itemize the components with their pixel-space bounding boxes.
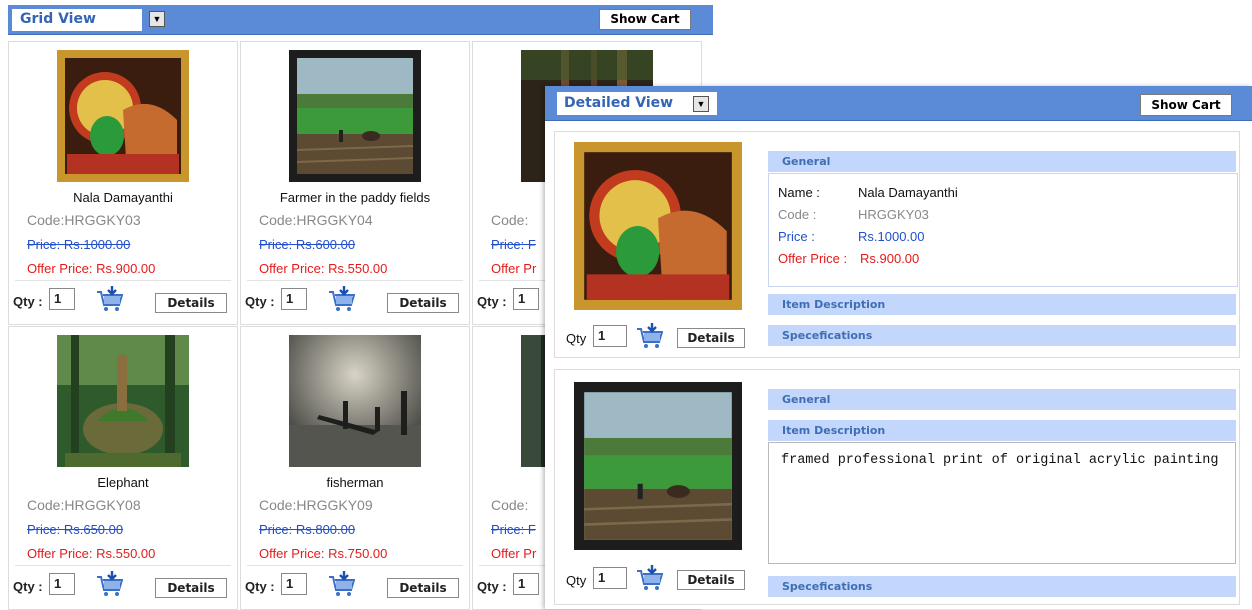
product-detail-card: Qty 1 Details General Name : Nala Damaya… xyxy=(554,131,1240,358)
qty-input[interactable]: 1 xyxy=(513,288,539,310)
product-price: Price: Rs.650.00 xyxy=(27,522,124,537)
qty-label: Qty : xyxy=(477,294,507,309)
product-offer-price: Offer Pr xyxy=(491,546,537,561)
product-image-fisherman[interactable] xyxy=(289,335,421,467)
add-to-cart-icon[interactable] xyxy=(327,571,355,597)
product-image-nala-damayanthi[interactable] xyxy=(57,50,189,182)
product-card: fisherman Code:HRGGKY09 Price: Rs.800.00… xyxy=(240,326,470,610)
add-to-cart-icon[interactable] xyxy=(95,286,123,312)
add-to-cart-icon[interactable] xyxy=(327,286,355,312)
product-image-farmer-paddy[interactable] xyxy=(289,50,421,182)
view-selector-label: Grid View xyxy=(20,11,96,27)
product-code: Code: xyxy=(491,212,529,228)
view-selector[interactable]: Grid View xyxy=(12,9,142,31)
qty-input[interactable]: 1 xyxy=(281,288,307,310)
product-offer-price: Offer Pr xyxy=(491,261,537,276)
qty-label: Qty xyxy=(566,573,587,588)
details-button[interactable]: Details xyxy=(155,293,227,313)
product-name[interactable]: fisherman xyxy=(241,475,469,490)
product-price: Price: Rs.800.00 xyxy=(259,522,356,537)
qty-label: Qty : xyxy=(245,579,275,594)
divider xyxy=(247,565,463,566)
details-button[interactable]: Details xyxy=(387,578,459,598)
qty-input[interactable]: 1 xyxy=(49,573,75,595)
product-name[interactable]: Elephant xyxy=(9,475,237,490)
qty-label: Qty : xyxy=(477,579,507,594)
general-info-box: Name : Nala Damayanthi Code : HRGGKY03 P… xyxy=(768,173,1238,287)
item-description-textarea[interactable]: framed professional print of original ac… xyxy=(768,442,1236,564)
section-specifications[interactable]: Specefications xyxy=(768,325,1236,346)
product-detail-card: Qty 1 Details General Item Description f… xyxy=(554,369,1240,605)
product-price: Price: F xyxy=(491,522,536,537)
qty-input[interactable]: 1 xyxy=(281,573,307,595)
section-item-description[interactable]: Item Description xyxy=(768,420,1236,441)
offer-price-label: Offer Price : xyxy=(778,251,848,266)
price-label: Price : xyxy=(778,229,815,244)
product-card: Farmer in the paddy fields Code:HRGGKY04… xyxy=(240,41,470,325)
price-value: Rs.1000.00 xyxy=(858,229,925,244)
qty-input[interactable]: 1 xyxy=(593,325,627,347)
product-image-elephant[interactable] xyxy=(57,335,189,467)
product-image-nala-damayanthi[interactable] xyxy=(574,142,742,310)
product-card: Nala Damayanthi Code:HRGGKY03 Price: Rs.… xyxy=(8,41,238,325)
qty-input[interactable]: 1 xyxy=(513,573,539,595)
section-specifications[interactable]: Specefications xyxy=(768,576,1236,597)
details-button[interactable]: Details xyxy=(155,578,227,598)
qty-label: Qty : xyxy=(245,294,275,309)
qty-input[interactable]: 1 xyxy=(593,567,627,589)
name-value: Nala Damayanthi xyxy=(858,185,958,200)
product-name[interactable]: Nala Damayanthi xyxy=(9,190,237,205)
add-to-cart-icon[interactable] xyxy=(635,323,663,349)
product-offer-price: Offer Price: Rs.550.00 xyxy=(27,546,156,561)
dropdown-arrow-icon[interactable]: ▼ xyxy=(693,96,709,112)
product-price: Price: F xyxy=(491,237,536,252)
section-general[interactable]: General xyxy=(768,151,1236,172)
product-code: Code:HRGGKY03 xyxy=(27,212,141,228)
details-button[interactable]: Details xyxy=(677,570,745,590)
product-code: Code:HRGGKY09 xyxy=(259,497,373,513)
code-label: Code : xyxy=(778,207,817,222)
add-to-cart-icon[interactable] xyxy=(635,565,663,591)
details-button[interactable]: Details xyxy=(677,328,745,348)
name-label: Name : xyxy=(778,185,820,200)
dropdown-arrow-icon[interactable]: ▼ xyxy=(149,11,165,27)
offer-price-value: Rs.900.00 xyxy=(860,251,920,266)
detailed-view-panel: Detailed View ▼ Show Cart Qty 1 Details … xyxy=(545,86,1252,609)
code-value: HRGGKY03 xyxy=(858,207,929,222)
view-selector-label: Detailed View xyxy=(564,95,674,111)
details-button[interactable]: Details xyxy=(387,293,459,313)
qty-input[interactable]: 1 xyxy=(49,288,75,310)
product-image-farmer-paddy[interactable] xyxy=(574,382,742,550)
product-price: Price: Rs.600.00 xyxy=(259,237,356,252)
divider xyxy=(15,565,231,566)
divider xyxy=(247,280,463,281)
product-name[interactable]: Farmer in the paddy fields xyxy=(241,190,469,205)
product-code: Code:HRGGKY08 xyxy=(27,497,141,513)
show-cart-button[interactable]: Show Cart xyxy=(599,9,691,30)
divider xyxy=(15,280,231,281)
product-offer-price: Offer Price: Rs.900.00 xyxy=(27,261,156,276)
section-general[interactable]: General xyxy=(768,389,1236,410)
product-card: Elephant Code:HRGGKY08 Price: Rs.650.00 … xyxy=(8,326,238,610)
add-to-cart-icon[interactable] xyxy=(95,571,123,597)
show-cart-button[interactable]: Show Cart xyxy=(1140,94,1232,116)
product-price: Price: Rs.1000.00 xyxy=(27,237,131,252)
section-item-description[interactable]: Item Description xyxy=(768,294,1236,315)
product-code: Code: xyxy=(491,497,529,513)
product-offer-price: Offer Price: Rs.750.00 xyxy=(259,546,388,561)
qty-label: Qty : xyxy=(13,579,43,594)
product-code: Code:HRGGKY04 xyxy=(259,212,373,228)
qty-label: Qty xyxy=(566,331,587,346)
product-offer-price: Offer Price: Rs.550.00 xyxy=(259,261,388,276)
qty-label: Qty : xyxy=(13,294,43,309)
